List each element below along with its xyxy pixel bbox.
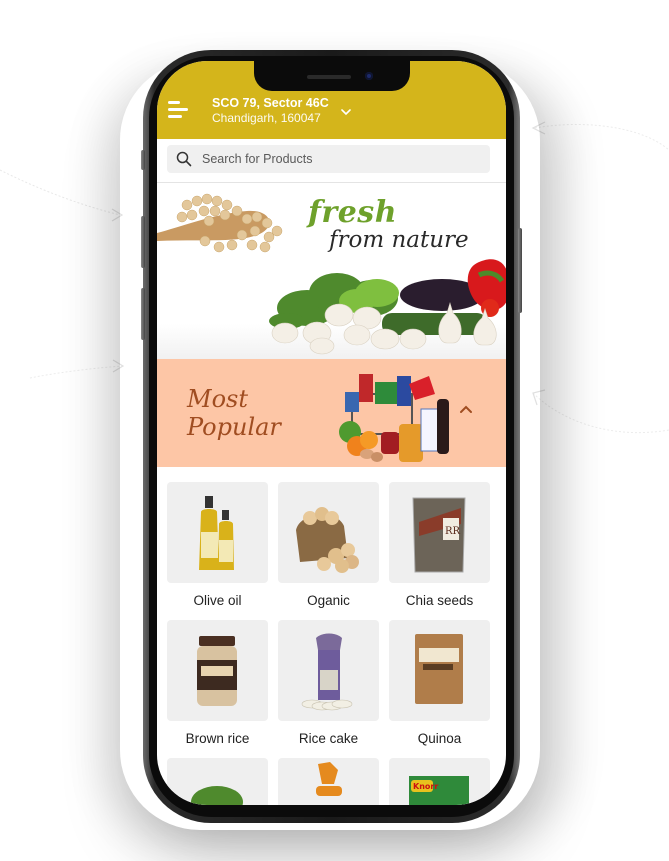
most-popular-title-line1: Most bbox=[187, 385, 248, 413]
product-image-olive-oil bbox=[167, 482, 268, 583]
product-card-olive-oil[interactable]: Olive oil bbox=[167, 482, 268, 608]
phone-volume-up-button bbox=[141, 216, 145, 268]
most-popular-section-header[interactable]: Most Popular bbox=[157, 359, 506, 467]
phone-notch bbox=[254, 61, 410, 91]
product-image-brown-rice bbox=[167, 620, 268, 721]
phone-side-button bbox=[141, 150, 145, 170]
address-line-2: Chandigarh, 160047 bbox=[212, 111, 321, 125]
chevron-up-icon[interactable] bbox=[459, 404, 473, 414]
promo-banner[interactable]: fresh from nature bbox=[157, 183, 506, 359]
phone-volume-down-button bbox=[141, 288, 145, 340]
most-popular-title: Most Popular bbox=[187, 385, 281, 441]
search-input[interactable]: Search for Products bbox=[167, 145, 490, 173]
product-image-soup: Knorr bbox=[389, 758, 490, 805]
product-label: Brown rice bbox=[185, 731, 250, 746]
product-label: Oganic bbox=[307, 593, 350, 608]
product-image-bread bbox=[278, 758, 379, 805]
product-card-bread[interactable] bbox=[278, 758, 379, 805]
chevron-down-icon[interactable] bbox=[341, 107, 351, 117]
banner-headline-fresh: fresh bbox=[308, 195, 397, 230]
phone-power-button bbox=[518, 228, 522, 313]
svg-text:Knorr: Knorr bbox=[413, 782, 438, 791]
hamburger-menu-icon[interactable] bbox=[168, 101, 190, 119]
delivery-address-selector[interactable]: SCO 79, Sector 46C Chandigarh, 160047 bbox=[212, 96, 329, 126]
product-card-chia-seeds[interactable]: RR Chia seeds bbox=[389, 482, 490, 608]
product-image-chia-seeds: RR bbox=[389, 482, 490, 583]
product-card-soup[interactable]: Knorr bbox=[389, 758, 490, 805]
page: SCO 79, Sector 46C Chandigarh, 160047 Se… bbox=[0, 0, 669, 861]
speaker-grille bbox=[307, 75, 351, 79]
most-popular-title-line2: Popular bbox=[187, 413, 281, 441]
search-icon bbox=[176, 151, 192, 167]
app-screen: SCO 79, Sector 46C Chandigarh, 160047 Se… bbox=[157, 61, 506, 805]
product-image-rice-cake bbox=[278, 620, 379, 721]
search-placeholder: Search for Products bbox=[202, 152, 313, 166]
product-card-rice-cake[interactable]: Rice cake bbox=[278, 620, 379, 746]
product-card-brown-rice[interactable]: Brown rice bbox=[167, 620, 268, 746]
product-image-broccoli bbox=[167, 758, 268, 805]
product-card-organic[interactable]: Oganic bbox=[278, 482, 379, 608]
product-label: Chia seeds bbox=[405, 593, 474, 608]
product-card-broccoli[interactable] bbox=[167, 758, 268, 805]
grocery-cart-image bbox=[339, 374, 449, 462]
banner-headline-nature: from nature bbox=[329, 227, 469, 253]
product-label: Rice cake bbox=[298, 731, 359, 746]
svg-text:RR: RR bbox=[445, 526, 461, 537]
product-card-quinoa[interactable]: Quinoa bbox=[389, 620, 490, 746]
address-line-1: SCO 79, Sector 46C bbox=[212, 96, 329, 110]
product-label: Olive oil bbox=[193, 593, 242, 608]
product-image-organic bbox=[278, 482, 379, 583]
front-camera bbox=[365, 72, 373, 80]
product-image-quinoa bbox=[389, 620, 490, 721]
search-bar-container: Search for Products bbox=[157, 139, 506, 183]
product-label: Quinoa bbox=[417, 731, 462, 746]
